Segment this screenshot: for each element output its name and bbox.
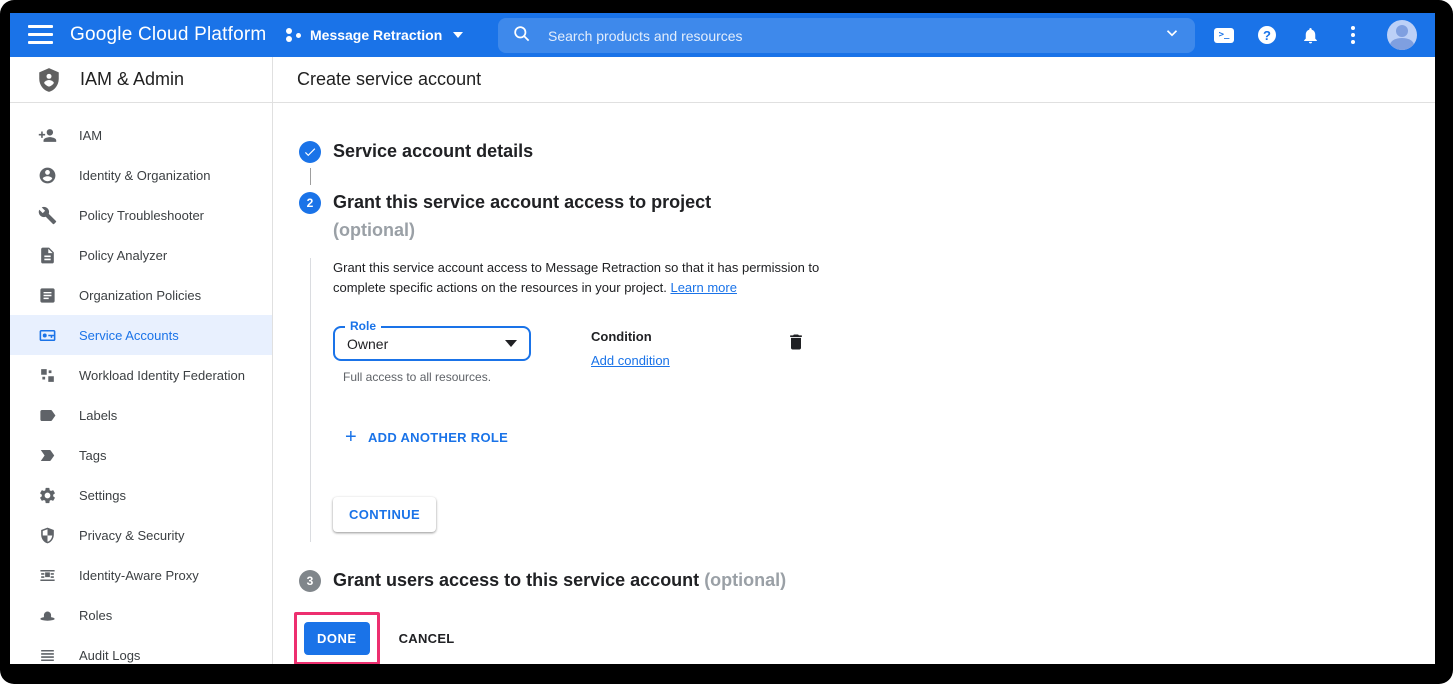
project-name: Message Retraction [310, 27, 442, 43]
label-icon [38, 406, 57, 425]
cancel-button[interactable]: CANCEL [399, 631, 455, 646]
top-app-bar: Google Cloud Platform Message Retraction… [10, 13, 1435, 57]
person-add-icon [38, 126, 57, 145]
help-icon[interactable]: ? [1256, 24, 1278, 46]
sidebar-item-label: Roles [79, 608, 112, 623]
screenshot-frame: Google Cloud Platform Message Retraction… [0, 0, 1453, 684]
sidebar-item-labels[interactable]: Labels [10, 395, 272, 435]
chevron-down-icon [453, 32, 463, 38]
sidebar-item-roles[interactable]: Roles [10, 595, 272, 635]
step-3-title: Grant users access to this service accou… [333, 566, 786, 594]
step-2-body: Grant this service account access to Mes… [310, 258, 1435, 542]
done-highlight-annotation: DONE [294, 612, 380, 664]
sidebar-item-label: Identity & Organization [79, 168, 211, 183]
proxy-icon [38, 566, 57, 585]
step-1-complete-check-icon [299, 141, 321, 163]
sidebar-item-label: Service Accounts [79, 328, 179, 343]
continue-button[interactable]: CONTINUE [333, 497, 436, 532]
project-selector[interactable]: Message Retraction [286, 13, 463, 57]
form-actions: DONE CANCEL [297, 612, 1435, 664]
plus-icon: + [345, 429, 357, 445]
tag-arrow-icon [38, 446, 57, 465]
step-2-title: Grant this service account access to pro… [333, 188, 711, 244]
sidebar-item-iam[interactable]: IAM [10, 115, 272, 155]
sidebar-item-label: Workload Identity Federation [79, 368, 245, 383]
step-3-number-badge: 3 [299, 570, 321, 592]
add-another-role-button[interactable]: + ADD ANOTHER ROLE [345, 429, 1435, 445]
lines-icon [38, 646, 57, 665]
sidebar-header: IAM & Admin [10, 57, 272, 103]
sidebar-item-label: Policy Analyzer [79, 248, 167, 263]
role-dropdown[interactable]: Role Owner [333, 326, 531, 361]
more-options-icon[interactable] [1342, 24, 1364, 46]
sidebar-item-label: Identity-Aware Proxy [79, 568, 199, 583]
step-3-header: 3 Grant users access to this service acc… [297, 566, 1435, 594]
doc-gear-icon [38, 246, 57, 265]
iam-shield-icon [36, 67, 62, 93]
search-icon [512, 24, 531, 48]
step-3-optional-label: (optional) [704, 570, 786, 590]
sidebar-item-label: Organization Policies [79, 288, 201, 303]
notifications-bell-icon[interactable] [1299, 24, 1321, 46]
cloud-shell-icon[interactable]: >_ [1213, 24, 1235, 46]
sidebar-item-label: Audit Logs [79, 648, 140, 663]
step-2-description: Grant this service account access to Mes… [333, 258, 820, 298]
add-condition-link[interactable]: Add condition [591, 353, 670, 368]
menu-icon[interactable] [28, 25, 53, 44]
done-button[interactable]: DONE [304, 622, 370, 655]
sidebar-item-identity-aware-proxy[interactable]: Identity-Aware Proxy [10, 555, 272, 595]
doc-filled-icon [38, 286, 57, 305]
sidebar-item-workload-identity-federation[interactable]: Workload Identity Federation [10, 355, 272, 395]
learn-more-link[interactable]: Learn more [670, 280, 736, 295]
gcp-console-window: Google Cloud Platform Message Retraction… [10, 13, 1435, 664]
main-panel: Create service account Service account d… [273, 57, 1435, 664]
search-expand-chevron-icon[interactable] [1163, 24, 1181, 47]
project-icon [286, 27, 301, 43]
service-account-icon [38, 326, 57, 345]
sidebar-item-label: IAM [79, 128, 102, 143]
sidebar-title: IAM & Admin [80, 69, 184, 90]
delete-role-trash-icon[interactable] [786, 332, 806, 352]
step-1-title: Service account details [333, 137, 533, 165]
step-1-header: Service account details [297, 137, 1435, 165]
gear-icon [38, 486, 57, 505]
step-2-number-badge: 2 [299, 192, 321, 214]
sidebar-item-label: Policy Troubleshooter [79, 208, 204, 223]
appbar-actions: >_ ? [1213, 13, 1417, 57]
sidebar-item-policy-troubleshooter[interactable]: Policy Troubleshooter [10, 195, 272, 235]
hat-icon [38, 606, 57, 625]
page-title: Create service account [273, 57, 1435, 103]
condition-label: Condition [591, 329, 670, 344]
step-2-optional-label: (optional) [333, 216, 711, 244]
sidebar-item-policy-analyzer[interactable]: Policy Analyzer [10, 235, 272, 275]
sidebar-item-label: Privacy & Security [79, 528, 184, 543]
sidebar-item-audit-logs[interactable]: Audit Logs [10, 635, 272, 664]
search-bar[interactable] [498, 18, 1195, 53]
page-content: Service account details 2 Grant this ser… [273, 103, 1435, 664]
gcp-logo[interactable]: Google Cloud Platform [70, 13, 266, 57]
sidebar-item-service-accounts[interactable]: Service Accounts [10, 315, 272, 355]
sidebar-item-label: Tags [79, 448, 106, 463]
sidebar-item-organization-policies[interactable]: Organization Policies [10, 275, 272, 315]
role-selected-value: Owner [347, 336, 388, 352]
user-avatar[interactable] [1387, 20, 1417, 50]
role-helper-text: Full access to all resources. [343, 370, 535, 384]
account-circle-icon [38, 166, 57, 185]
squares-icon [38, 366, 57, 385]
search-input[interactable] [546, 27, 1163, 45]
sidebar-item-tags[interactable]: Tags [10, 435, 272, 475]
sidebar-item-label: Settings [79, 488, 126, 503]
sidebar-item-label: Labels [79, 408, 117, 423]
dropdown-caret-icon [505, 340, 517, 347]
role-field-label: Role [345, 319, 381, 333]
sidebar-nav: IAM Identity & Organization Policy Trouble… [10, 103, 272, 664]
shield-icon [38, 526, 57, 545]
wrench-icon [38, 206, 57, 225]
step-connector [310, 168, 311, 185]
sidebar-item-settings[interactable]: Settings [10, 475, 272, 515]
sidebar: IAM & Admin IAM Identity & Organization Po… [10, 57, 273, 664]
sidebar-item-privacy-security[interactable]: Privacy & Security [10, 515, 272, 555]
sidebar-item-identity-organization[interactable]: Identity & Organization [10, 155, 272, 195]
step-2-header: 2 Grant this service account access to p… [297, 188, 1435, 244]
